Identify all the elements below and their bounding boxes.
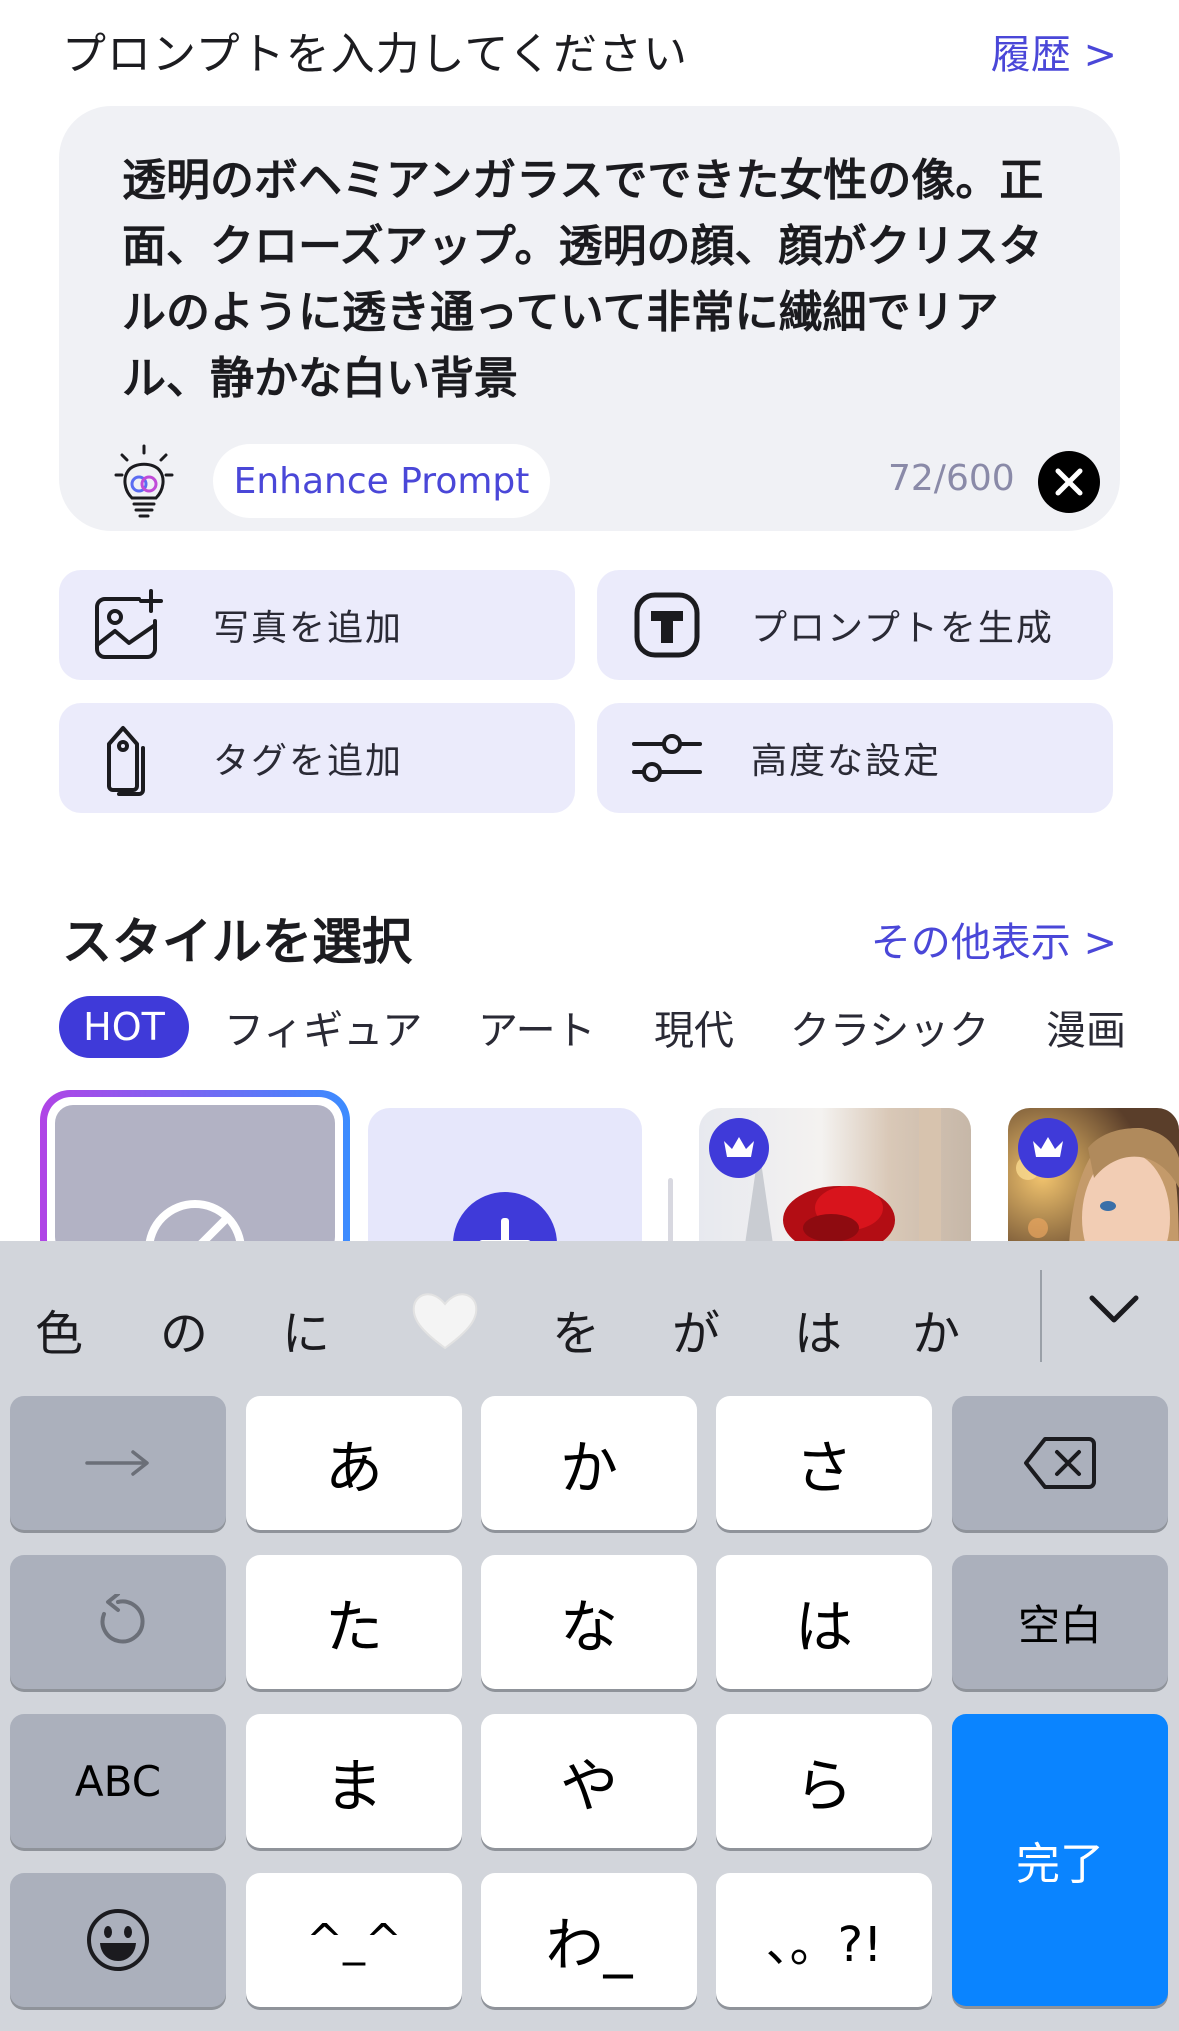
key-ma[interactable]: ま: [246, 1714, 462, 1848]
advanced-settings-label: 高度な設定: [751, 741, 942, 782]
tab-art[interactable]: アート: [478, 996, 596, 1058]
next-char-key[interactable]: [10, 1396, 226, 1530]
tab-classic[interactable]: クラシック: [790, 996, 989, 1058]
add-photo-button[interactable]: 写真を追加: [59, 570, 575, 680]
scroll-divider: [668, 1178, 673, 1248]
add-tag-button[interactable]: タグを追加: [59, 703, 575, 813]
key-emoticon[interactable]: ^_^: [246, 1873, 462, 2007]
tag-icon: [89, 718, 169, 798]
undo-key[interactable]: [10, 1555, 226, 1689]
tab-manga[interactable]: 漫画: [1046, 996, 1126, 1058]
text-t-icon: [627, 585, 707, 665]
generate-prompt-label: プロンプトを生成: [751, 608, 1054, 649]
advanced-settings-button[interactable]: 高度な設定: [597, 703, 1113, 813]
candidate-word[interactable]: か: [912, 1294, 960, 1364]
lightbulb-icon[interactable]: [114, 444, 174, 518]
key-punctuation[interactable]: 、。?!: [716, 1873, 932, 2007]
key-ka[interactable]: か: [481, 1396, 697, 1530]
candidate-word[interactable]: 色: [35, 1294, 83, 1364]
key-na[interactable]: な: [481, 1555, 697, 1689]
tab-figure[interactable]: フィギュア: [224, 996, 422, 1058]
section-title-styles: スタイルを選択: [62, 913, 412, 971]
crown-icon: [709, 1118, 769, 1178]
candidate-word[interactable]: は: [794, 1294, 842, 1364]
prompt-textarea[interactable]: 透明のボヘミアンガラスでできた女性の像。正面、クローズアップ。透明の顔、顔がクリ…: [122, 148, 1062, 412]
key-ra[interactable]: ら: [716, 1714, 932, 1848]
key-ya[interactable]: や: [481, 1714, 697, 1848]
candidate-word[interactable]: の: [160, 1294, 208, 1364]
crown-icon: [1018, 1118, 1078, 1178]
candidate-word[interactable]: を: [552, 1294, 600, 1364]
page-title: プロンプトを入力してください: [62, 29, 689, 80]
key-ha[interactable]: は: [716, 1555, 932, 1689]
chevron-down-icon[interactable]: [1086, 1290, 1142, 1330]
sliders-icon: [627, 718, 707, 798]
add-photo-label: 写真を追加: [213, 608, 404, 649]
abc-key[interactable]: ABC: [10, 1714, 226, 1848]
history-link[interactable]: 履歴 >: [991, 22, 1117, 80]
done-key[interactable]: 完了: [952, 1714, 1168, 2006]
backspace-icon: [1024, 1437, 1096, 1489]
tab-hot[interactable]: HOT: [59, 996, 189, 1058]
arrow-right-icon: [85, 1450, 149, 1476]
white-heart-icon[interactable]: [410, 1290, 480, 1352]
generate-prompt-button[interactable]: プロンプトを生成: [597, 570, 1113, 680]
character-count: 72/600: [888, 458, 1015, 499]
key-a[interactable]: あ: [246, 1396, 462, 1530]
show-more-link[interactable]: その他表示 >: [871, 910, 1117, 968]
key-wa[interactable]: わ_: [481, 1873, 697, 2007]
undo-icon: [100, 1594, 145, 1644]
emoji-icon: [87, 1909, 149, 1971]
candidate-word[interactable]: が: [672, 1294, 720, 1364]
candidate-word[interactable]: に: [282, 1294, 330, 1364]
candidate-divider: [1040, 1270, 1042, 1362]
clear-text-button[interactable]: [1038, 451, 1100, 513]
space-key[interactable]: 空白: [952, 1555, 1168, 1689]
emoji-key[interactable]: [10, 1873, 226, 2007]
backspace-key[interactable]: [952, 1396, 1168, 1530]
key-ta[interactable]: た: [246, 1555, 462, 1689]
add-image-icon: [89, 585, 169, 665]
tab-modern[interactable]: 現代: [654, 996, 734, 1058]
close-icon: [1055, 468, 1083, 496]
add-tag-label: タグを追加: [213, 741, 404, 782]
key-sa[interactable]: さ: [716, 1396, 932, 1530]
enhance-prompt-button[interactable]: Enhance Prompt: [213, 444, 550, 518]
